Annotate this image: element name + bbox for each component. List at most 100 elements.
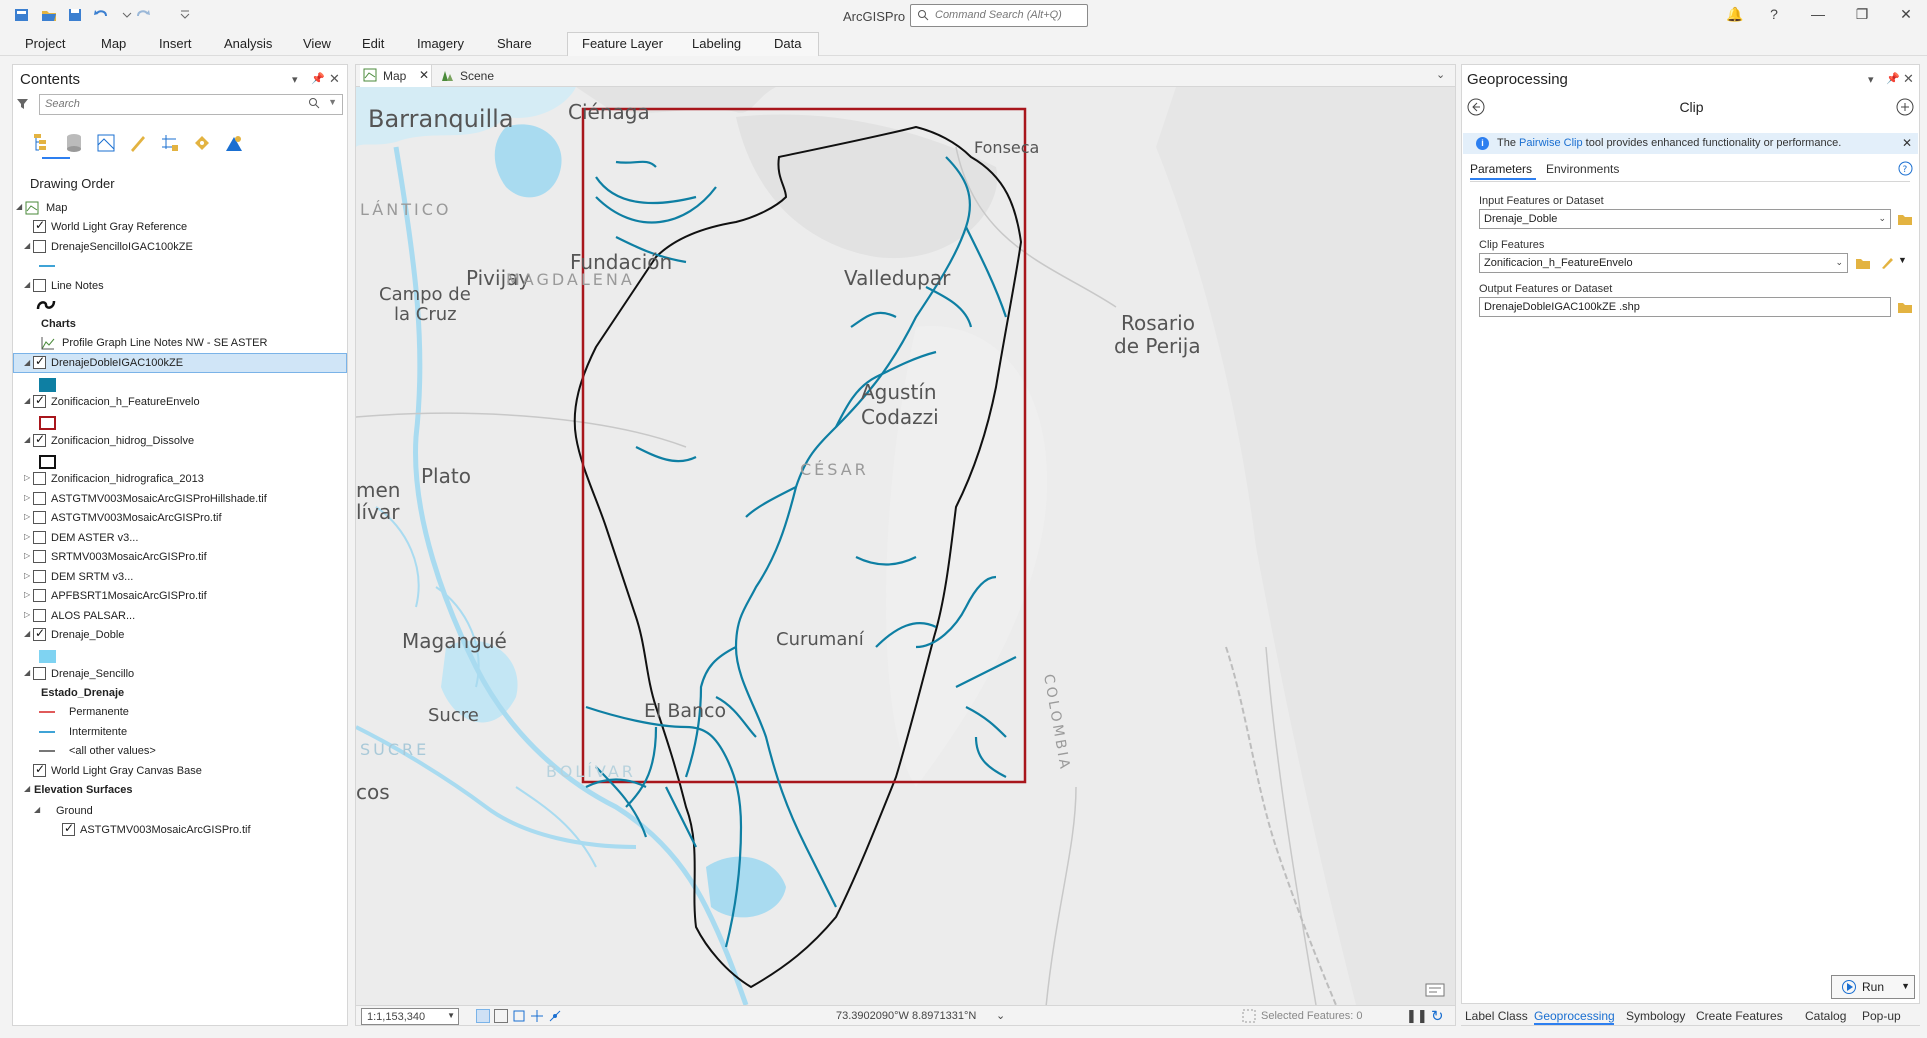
help-icon[interactable]: ? — [1764, 6, 1784, 26]
visibility-checkbox[interactable] — [33, 589, 46, 602]
visibility-checkbox[interactable] — [33, 240, 46, 253]
line-symbol-swatch[interactable] — [39, 711, 55, 713]
restore-icon[interactable]: ❐ — [1852, 6, 1872, 26]
visibility-checkbox[interactable] — [33, 354, 46, 369]
constraints-icon[interactable] — [530, 1009, 544, 1023]
tree-row-line-notes[interactable]: ◢ Line Notes — [13, 276, 347, 296]
expand-arrow-icon[interactable]: ▷ — [24, 493, 30, 502]
tab-insert[interactable]: Insert — [159, 36, 192, 51]
pause-drawing-icon[interactable]: ❚❚ — [1406, 1008, 1428, 1024]
close-tab-icon[interactable]: ✕ — [419, 68, 429, 82]
correction-icon[interactable] — [548, 1009, 562, 1023]
visibility-checkbox[interactable] — [33, 511, 46, 524]
collapse-arrow-icon[interactable]: ◢ — [24, 241, 30, 250]
tab-share[interactable]: Share — [497, 36, 532, 51]
tree-row-astgtm-mosaic[interactable]: ▷ ASTGTMV003MosaicArcGISPro.tif — [13, 508, 347, 528]
tab-data[interactable]: Data — [774, 36, 801, 51]
visibility-checkbox[interactable] — [33, 218, 46, 233]
sketch-dropdown-icon[interactable]: ▼ — [1898, 255, 1907, 265]
list-by-snapping-icon[interactable] — [158, 131, 182, 155]
collapse-arrow-icon[interactable]: ◢ — [34, 805, 40, 814]
save-icon[interactable] — [66, 6, 84, 24]
filter-icon[interactable] — [16, 97, 29, 113]
pairwise-clip-link[interactable]: Pairwise Clip — [1519, 137, 1583, 149]
tree-row-srtm-mosaic[interactable]: ▷ SRTMV003MosaicArcGISPro.tif — [13, 547, 347, 567]
tab-map-view[interactable]: Map ✕ — [360, 65, 432, 87]
list-by-editing-icon[interactable] — [126, 131, 150, 155]
tree-row-dem-aster[interactable]: ▷ DEM ASTER v3... — [13, 528, 347, 548]
pane-options-icon[interactable]: ▾ — [292, 73, 298, 86]
collapse-arrow-icon[interactable]: ◢ — [24, 435, 30, 444]
tree-row-world-light-gray-reference[interactable]: World Light Gray Reference — [13, 217, 347, 237]
tab-imagery[interactable]: Imagery — [417, 36, 464, 51]
visibility-checkbox[interactable] — [33, 492, 46, 505]
undo-icon[interactable] — [92, 6, 110, 24]
dropdown-arrow-icon[interactable]: ▼ — [447, 1011, 455, 1020]
dropdown-arrow-icon[interactable]: ⌄ — [1835, 257, 1843, 268]
open-project-icon[interactable] — [40, 6, 58, 24]
tree-row-intermitente[interactable]: Intermitente — [13, 722, 347, 742]
map-canvas[interactable]: Barranquilla Ciénaga Fonseca LÁNTICO Piv… — [356, 87, 1455, 1005]
visibility-checkbox[interactable] — [33, 531, 46, 544]
expand-arrow-icon[interactable]: ▷ — [24, 473, 30, 482]
grid-icon[interactable] — [494, 1009, 508, 1023]
collapse-arrow-icon[interactable]: ◢ — [24, 280, 30, 289]
expand-arrow-icon[interactable]: ▷ — [24, 532, 30, 541]
close-pane-icon[interactable]: ✕ — [329, 71, 340, 87]
browse-folder-icon[interactable] — [1897, 300, 1913, 314]
tab-symbology[interactable]: Symbology — [1626, 1009, 1685, 1023]
tree-row-apfbsrt-mosaic[interactable]: ▷ APFBSRT1MosaicArcGISPro.tif — [13, 586, 347, 606]
input-features-field[interactable]: Drenaje_Doble ⌄ — [1479, 209, 1891, 229]
tree-row-zonificacion-envelope[interactable]: ◢ Zonificacion_h_FeatureEnvelo — [13, 392, 347, 412]
tree-row-drenaje-doble[interactable]: ◢ Drenaje_Doble — [13, 625, 347, 645]
new-project-icon[interactable] — [13, 6, 31, 24]
search-icon[interactable] — [308, 97, 320, 112]
tree-row-zonificacion-hidrografica[interactable]: ▷ Zonificacion_hidrografica_2013 — [13, 469, 347, 489]
refresh-icon[interactable]: ↻ — [1431, 1007, 1444, 1025]
collapse-arrow-icon[interactable]: ◢ — [24, 629, 30, 638]
visibility-checkbox[interactable] — [33, 609, 46, 622]
tree-row-permanente[interactable]: Permanente — [13, 702, 347, 722]
add-icon[interactable] — [1896, 98, 1914, 119]
browse-folder-icon[interactable] — [1855, 256, 1871, 270]
sketch-pencil-icon[interactable] — [1880, 256, 1896, 270]
visibility-checkbox[interactable] — [33, 472, 46, 485]
visibility-checkbox[interactable] — [62, 821, 75, 836]
collapse-arrow-icon[interactable]: ◢ — [24, 358, 30, 367]
list-by-perspective-imagery-icon[interactable] — [222, 131, 246, 155]
notification-bell-icon[interactable]: 🔔 — [1725, 6, 1745, 26]
run-options-dropdown-icon[interactable]: ▼ — [1901, 981, 1910, 991]
tree-row-alos-palsar[interactable]: ▷ ALOS PALSAR... — [13, 606, 347, 626]
tree-row-ground-astgtm[interactable]: ASTGTMV003MosaicArcGISPro.tif — [13, 820, 347, 840]
search-options-dropdown-icon[interactable]: ▼ — [328, 97, 337, 107]
list-by-selection-icon[interactable] — [94, 131, 118, 155]
tab-catalog[interactable]: Catalog — [1805, 1009, 1846, 1023]
expand-arrow-icon[interactable]: ▷ — [24, 590, 30, 599]
clip-features-field[interactable]: Zonificacion_h_FeatureEnvelo ⌄ — [1479, 253, 1848, 273]
pane-options-icon[interactable]: ▾ — [1868, 73, 1874, 86]
list-by-drawing-order-icon[interactable] — [30, 131, 54, 155]
tree-row-ground[interactable]: ◢ Ground — [13, 801, 347, 821]
line-symbol-swatch[interactable] — [39, 731, 55, 733]
polygon-symbol-swatch[interactable] — [39, 378, 56, 392]
tool-help-icon[interactable]: ? — [1898, 161, 1913, 179]
tab-view[interactable]: View — [303, 36, 331, 51]
browse-folder-icon[interactable] — [1897, 212, 1913, 226]
dismiss-banner-icon[interactable]: ✕ — [1902, 136, 1912, 150]
pin-icon[interactable]: 📌 — [311, 72, 325, 85]
scale-selector[interactable]: 1:1,153,340 ▼ — [361, 1008, 459, 1025]
tab-pop-up[interactable]: Pop-up — [1862, 1009, 1901, 1023]
dropdown-arrow-icon[interactable]: ⌄ — [1878, 213, 1886, 224]
close-pane-icon[interactable]: ✕ — [1903, 71, 1914, 87]
fixed-zoom-icon[interactable] — [476, 1009, 490, 1023]
tab-feature-layer[interactable]: Feature Layer — [582, 36, 663, 51]
collapse-arrow-icon[interactable]: ◢ — [16, 202, 22, 211]
tree-row-drenaje-doble-igac[interactable]: ◢ DrenajeDobleIGAC100kZE — [13, 353, 347, 373]
tab-scene-view[interactable]: Scene — [440, 65, 500, 87]
expand-arrow-icon[interactable]: ▷ — [24, 610, 30, 619]
tree-row-all-other-values[interactable]: <all other values> — [13, 741, 347, 761]
polygon-outline-symbol-swatch[interactable] — [39, 455, 56, 469]
polygon-outline-symbol-swatch[interactable] — [39, 416, 56, 430]
tree-row-map[interactable]: ◢ Map — [13, 198, 347, 218]
contents-search-input[interactable]: Search ▼ — [39, 94, 343, 115]
